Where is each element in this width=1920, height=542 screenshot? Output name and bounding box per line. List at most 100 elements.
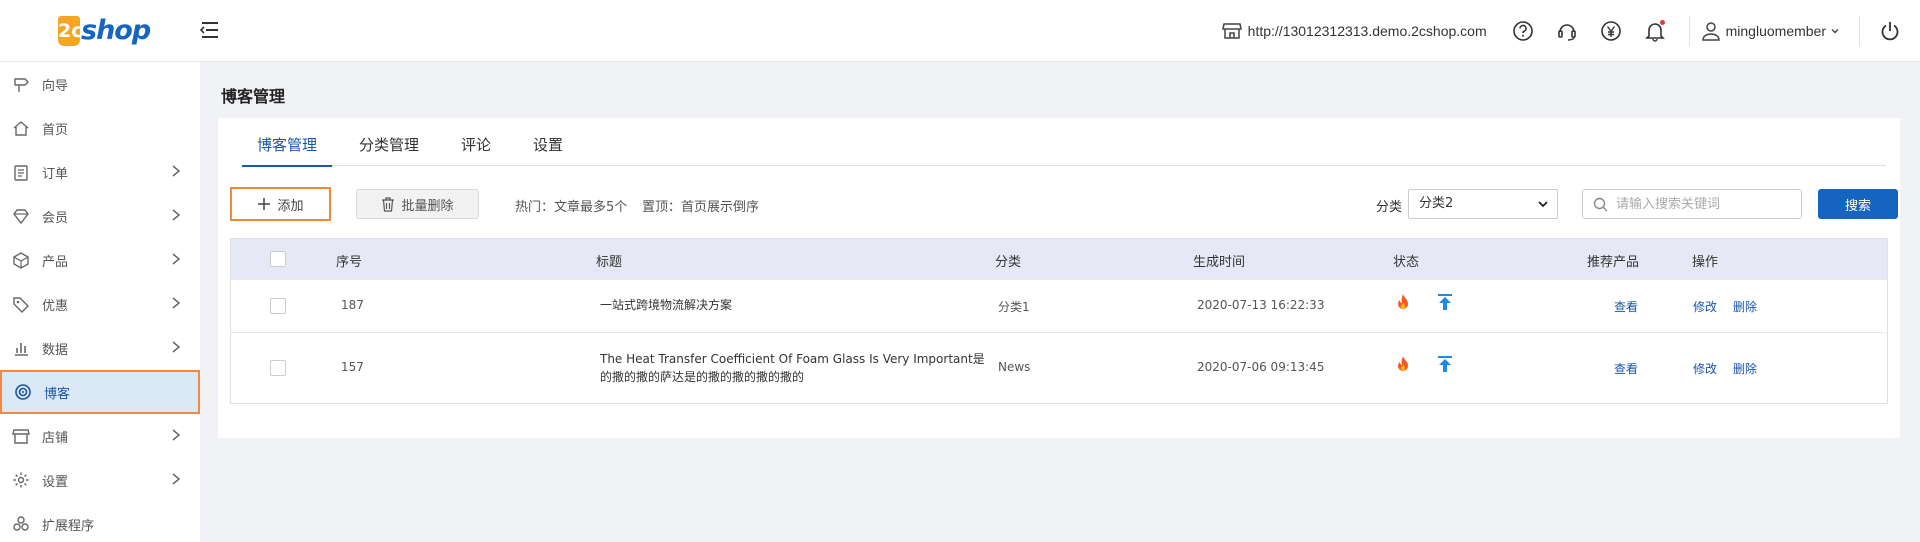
sidebar-item-10[interactable]: 扩展程序 xyxy=(0,502,200,542)
tag-icon xyxy=(12,295,30,313)
top-hint: 置顶：首页展示倒序 xyxy=(642,200,760,215)
row-checkbox[interactable] xyxy=(270,360,286,376)
clipboard-icon xyxy=(12,163,30,181)
edit-link[interactable]: 修改 xyxy=(1693,360,1717,377)
sidebar-item-1[interactable]: 首页 xyxy=(0,106,200,150)
sidebar-item-9[interactable]: 设置 xyxy=(0,458,200,502)
home-icon xyxy=(12,119,30,137)
category-selected: 分类2 xyxy=(1419,196,1454,211)
headset-icon[interactable] xyxy=(1545,0,1589,62)
username: mingluomember xyxy=(1725,23,1826,39)
sidebar-item-label: 设置 xyxy=(42,474,69,490)
store-front-icon xyxy=(1221,23,1242,39)
page-title: 博客管理 xyxy=(221,87,286,106)
sidebar-item-2[interactable]: 订单 xyxy=(0,150,200,194)
row-id: 157 xyxy=(341,360,364,374)
sidebar-item-3[interactable]: 会员 xyxy=(0,194,200,238)
row-title: The Heat Transfer Coefficient Of Foam Gl… xyxy=(600,352,985,384)
plus-icon xyxy=(258,198,271,210)
hot-hint: 热门：文章最多5个 xyxy=(515,200,628,215)
chevron-right-icon xyxy=(170,208,182,226)
sidebar-item-label: 订单 xyxy=(42,166,69,182)
toolbar: 添加 批量删除 热门：文章最多5个 置顶：首页展示倒序 分类 分类2 搜索 xyxy=(230,187,1898,221)
category-select[interactable]: 分类2 xyxy=(1408,189,1558,219)
sidebar-item-8[interactable]: 店铺 xyxy=(0,414,200,458)
menu-toggle-icon[interactable] xyxy=(199,20,220,40)
sidebar-item-4[interactable]: 产品 xyxy=(0,238,200,282)
col-created: 生成时间 xyxy=(1193,255,1246,270)
row-created: 2020-07-13 16:22:33 xyxy=(1197,298,1325,312)
logo-word: shop xyxy=(81,15,151,46)
currency-icon[interactable] xyxy=(1589,0,1633,62)
col-title: 标题 xyxy=(596,255,623,270)
notification-bell-icon[interactable] xyxy=(1633,0,1677,62)
sidebar-item-label: 博客 xyxy=(44,386,71,402)
user-menu[interactable]: mingluomember xyxy=(1701,21,1847,41)
row-category: 分类1 xyxy=(998,300,1030,314)
sidebar-item-label: 店铺 xyxy=(42,430,69,446)
view-recommended-link[interactable]: 查看 xyxy=(1614,298,1638,315)
chevron-down-icon xyxy=(1831,29,1839,34)
bulk-delete-label: 批量删除 xyxy=(401,198,454,214)
sidebar-item-0[interactable]: 向导 xyxy=(0,62,200,106)
divider xyxy=(1688,16,1690,46)
sidebar-item-label: 扩展程序 xyxy=(42,518,95,534)
bulk-delete-button[interactable]: 批量删除 xyxy=(356,189,479,219)
add-button[interactable]: 添加 xyxy=(230,187,331,221)
notification-dot xyxy=(1659,20,1665,25)
chevron-down-icon xyxy=(1538,201,1548,208)
tab-comments[interactable]: 评论 xyxy=(446,132,506,166)
top-bar: 2c shop http://13012312313.demo.2cshop.c… xyxy=(0,0,1920,62)
shop-url-link[interactable]: http://13012312313.demo.2cshop.com xyxy=(1221,22,1487,40)
row-title: 一站式跨境物流解决方案 xyxy=(600,298,733,312)
table-header: 序号 标题 分类 生成时间 状态 推荐产品 操作 xyxy=(231,239,1887,279)
row-checkbox[interactable] xyxy=(270,298,286,314)
edit-link[interactable]: 修改 xyxy=(1693,298,1717,315)
logo[interactable]: 2c shop xyxy=(58,12,151,46)
shop-url-text: http://13012312313.demo.2cshop.com xyxy=(1247,23,1487,39)
sidebar-item-6[interactable]: 数据 xyxy=(0,326,200,370)
view-recommended-link[interactable]: 查看 xyxy=(1614,360,1638,377)
pin-top-icon[interactable] xyxy=(1437,355,1453,376)
tab-settings[interactable]: 设置 xyxy=(518,132,578,166)
delete-link[interactable]: 删除 xyxy=(1733,360,1757,377)
category-filter-label: 分类 xyxy=(1376,200,1403,215)
extension-icon xyxy=(12,515,30,533)
row-created: 2020-07-06 09:13:45 xyxy=(1197,360,1325,374)
chevron-right-icon xyxy=(170,428,182,446)
row-category: News xyxy=(998,360,1031,374)
search-input[interactable] xyxy=(1616,196,1786,212)
add-button-label: 添加 xyxy=(277,198,304,214)
bar-chart-icon xyxy=(12,339,30,357)
pin-top-icon[interactable] xyxy=(1437,293,1453,314)
sidebar-item-5[interactable]: 优惠 xyxy=(0,282,200,326)
sidebar-item-label: 产品 xyxy=(42,254,69,270)
tab-category-management[interactable]: 分类管理 xyxy=(344,132,434,166)
sidebar-item-label: 会员 xyxy=(42,210,69,226)
sidebar-item-label: 数据 xyxy=(42,342,69,358)
chevron-right-icon xyxy=(170,296,182,314)
signpost-icon xyxy=(12,75,30,93)
logout-power-icon[interactable] xyxy=(1860,0,1920,62)
tab-bar: 博客管理 分类管理 评论 设置 xyxy=(242,132,1886,167)
blog-card: 博客管理 分类管理 评论 设置 添加 批量删除 热门：文章最多5个 置顶：首页展… xyxy=(218,118,1900,438)
col-id: 序号 xyxy=(336,255,363,270)
logo-badge: 2c xyxy=(58,16,82,46)
row-id: 187 xyxy=(341,298,364,312)
chevron-right-icon xyxy=(170,164,182,182)
col-actions: 操作 xyxy=(1692,255,1719,270)
hot-flame-icon[interactable] xyxy=(1395,355,1411,376)
hot-flame-icon[interactable] xyxy=(1395,293,1411,314)
col-recommended: 推荐产品 xyxy=(1587,255,1640,270)
help-icon[interactable] xyxy=(1501,0,1545,62)
col-category: 分类 xyxy=(995,255,1022,270)
sidebar-item-7[interactable]: 博客 xyxy=(0,370,200,414)
delete-link[interactable]: 删除 xyxy=(1733,298,1757,315)
search-button[interactable]: 搜索 xyxy=(1818,189,1898,219)
sidebar-item-label: 向导 xyxy=(42,78,69,94)
select-all-checkbox[interactable] xyxy=(270,251,286,267)
table-row: 187 一站式跨境物流解决方案 分类1 2020-07-13 16:22:33 … xyxy=(231,279,1887,332)
chevron-right-icon xyxy=(170,252,182,270)
tab-blog-management[interactable]: 博客管理 xyxy=(242,132,333,167)
store-icon xyxy=(12,427,30,445)
